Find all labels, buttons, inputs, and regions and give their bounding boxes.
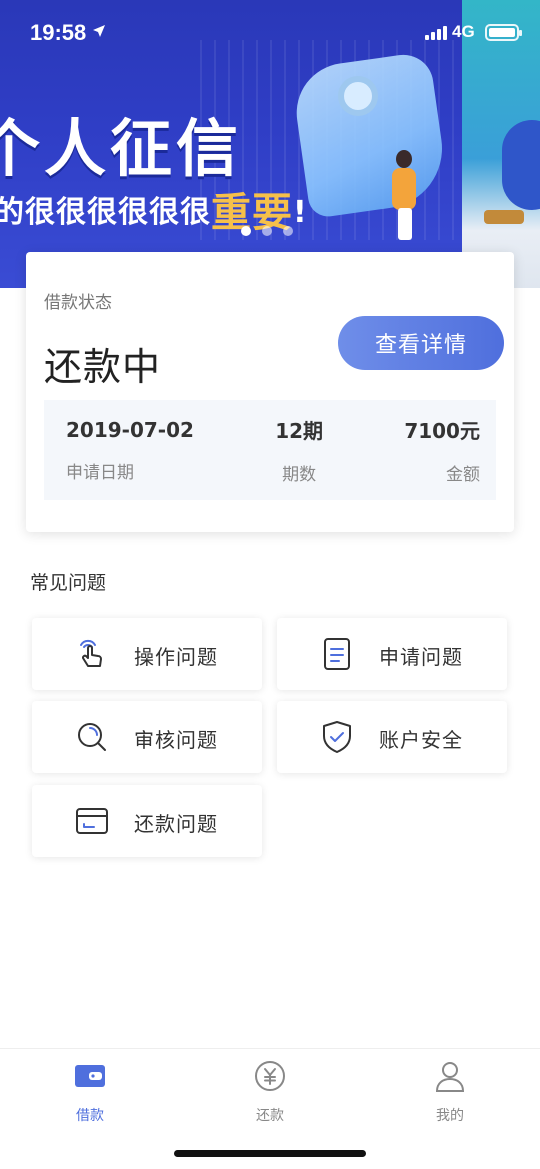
faq-item-label: 审核问题 — [134, 728, 218, 752]
banner-pagination — [241, 226, 293, 236]
banner-figure-head — [396, 150, 412, 168]
card-icon — [76, 808, 108, 834]
amount-value: 7100元 — [404, 419, 480, 443]
summary-amount: 7100元 金额 — [404, 400, 480, 500]
banner-title: 个人征信 — [0, 112, 243, 185]
apply-date-label: 申请日期 — [66, 462, 134, 483]
faq-item-review[interactable]: 审核问题 — [32, 701, 262, 773]
battery-icon — [485, 24, 522, 41]
summary-periods: 12期 期数 — [275, 400, 323, 500]
tab-label: 借款 — [76, 1108, 104, 1124]
tab-label: 我的 — [436, 1108, 464, 1124]
banner-dot-active[interactable] — [241, 226, 251, 236]
next-banner-decoration — [502, 120, 540, 210]
wallet-icon — [75, 1065, 105, 1087]
loan-summary: 2019-07-02 申请日期 12期 期数 7100元 金额 — [44, 400, 496, 500]
periods-value: 12期 — [275, 419, 324, 443]
tab-loan[interactable]: 借款 — [40, 1059, 140, 1125]
summary-apply-date: 2019-07-02 申请日期 — [66, 400, 194, 500]
faq-item-label: 还款问题 — [134, 812, 218, 836]
faq-item-repayment[interactable]: 还款问题 — [32, 785, 262, 857]
document-icon — [324, 638, 350, 670]
faq-item-label: 账户安全 — [379, 728, 463, 752]
faq-item-label: 申请问题 — [379, 645, 463, 669]
tap-hand-icon — [80, 639, 102, 667]
user-icon — [435, 1062, 465, 1092]
tab-mine[interactable]: 我的 — [400, 1059, 500, 1125]
faq-item-account-security[interactable]: 账户安全 — [277, 701, 507, 773]
signal-icon — [425, 24, 447, 40]
shield-check-icon — [323, 721, 351, 753]
loan-status-label: 借款状态 — [44, 293, 112, 313]
faq-item-label: 操作问题 — [134, 645, 218, 669]
location-arrow-icon — [93, 25, 105, 37]
status-bar: 19:58 4G — [0, 0, 540, 66]
periods-label: 期数 — [282, 465, 317, 485]
banner-ring-decoration — [338, 76, 378, 116]
search-icon — [78, 723, 106, 751]
next-banner-decoration — [484, 210, 524, 224]
banner-subtitle-prefix: 的很很很很很很 — [0, 195, 211, 230]
view-details-button[interactable]: 查看详情 — [338, 316, 504, 370]
banner-subtitle-suffix: ! — [293, 195, 308, 230]
network-type: 4G — [452, 22, 475, 41]
status-time: 19:58 — [30, 20, 87, 45]
amount-label: 金额 — [445, 465, 480, 485]
apply-date-value: 2019-07-02 — [66, 417, 194, 442]
banner-figure-body — [392, 168, 416, 210]
banner-dot[interactable] — [283, 226, 293, 236]
loan-status-card: 借款状态 还款中 查看详情 2019-07-02 申请日期 12期 期数 710… — [26, 252, 514, 532]
banner-dot[interactable] — [262, 226, 272, 236]
faq-item-application[interactable]: 申请问题 — [277, 618, 507, 690]
tab-label: 还款 — [256, 1108, 284, 1124]
loan-status-value: 还款中 — [44, 345, 162, 389]
faq-item-operation[interactable]: 操作问题 — [32, 618, 262, 690]
faq-title: 常见问题 — [30, 572, 107, 594]
yen-circle-icon — [255, 1061, 285, 1091]
tab-repay[interactable]: 还款 — [220, 1059, 320, 1125]
home-indicator — [174, 1150, 366, 1157]
banner-figure-legs — [398, 208, 412, 240]
